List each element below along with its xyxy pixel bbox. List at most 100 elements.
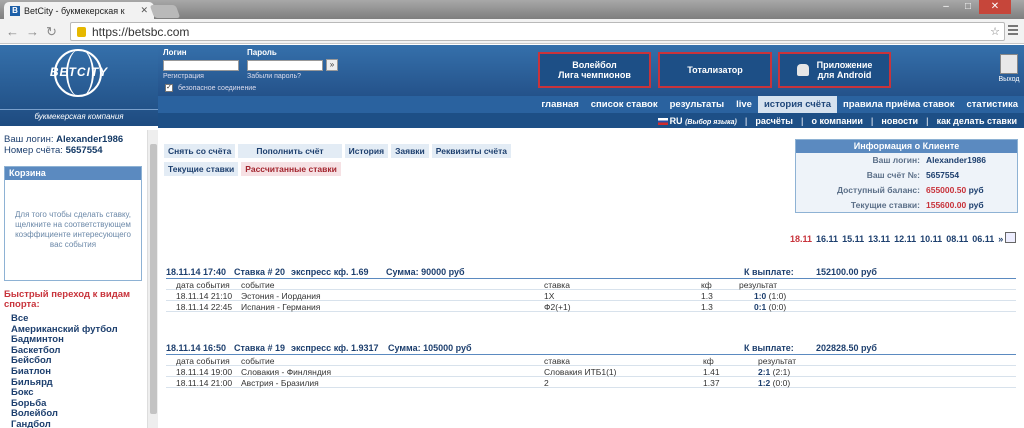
calendar-icon[interactable] [1005,232,1016,243]
bet-event-row: 18.11.14 22:45 Испания - Германия Ф2(+1)… [166,301,1016,312]
login-input[interactable] [163,60,239,71]
tab-current-bets[interactable]: Текущие ставки [164,162,239,176]
sport-link[interactable]: Все [11,313,118,325]
subnav-settlements[interactable]: расчёты [748,116,800,126]
forward-arrow-icon[interactable]: → [26,24,39,39]
withdraw-button[interactable]: Снять со счёта [164,144,236,158]
col-event: событие [241,356,275,366]
col-bet: ставка [544,280,570,290]
nav-live[interactable]: live [730,96,758,113]
password-label: Пароль [247,48,277,57]
event-name: Австрия - Бразилия [241,378,319,388]
info-row: Ваш счёт №: 5657554 [796,168,1017,183]
promo-volleyball[interactable]: Волейбол Лига чемпионов [538,52,651,88]
date-link[interactable]: 06.11 [972,234,994,244]
bet-header: 18.11.14 16:50 Ставка # 19 экспресс кф. … [166,341,1016,355]
score-detail: (0:0) [772,378,791,388]
next-dates-link[interactable]: » [998,234,1003,244]
sport-link[interactable]: Гандбол [11,419,118,428]
bet-header: 18.11.14 17:40 Ставка # 20 экспресс кф. … [166,265,1016,279]
bet-number: Ставка # 19 [234,343,285,353]
browser-tabbar: B BetCity - букмекерская к ✕ – □ ✕ [0,0,1024,19]
login-caption: Ваш логин: [4,134,54,145]
nav-account-history[interactable]: история счёта [757,96,838,113]
nav-rules[interactable]: правила приёма ставок [837,96,960,113]
deposit-button[interactable]: Пополнить счёт [238,144,342,158]
betcity-logo[interactable]: BETCITY букмекерская компания [0,45,158,126]
info-value: Alexander1986 [926,155,987,165]
date-link[interactable]: 15.11 [842,234,864,244]
date-link[interactable]: 18.11 [790,234,812,244]
login-submit-button[interactable]: » [326,59,338,71]
promo-android-app[interactable]: Приложение для Android [778,52,891,88]
event-result: 1:0 (1:0) [754,291,786,301]
reload-icon[interactable]: ↻ [46,24,57,40]
browser-toolbar: ← → ↻ https://betsbc.com ☆ [0,19,1024,44]
sub-nav: RU (Выбор языка) | расчёты | о компании … [158,113,1024,128]
info-key: Текущие ставки: [850,200,920,210]
maximize-icon[interactable]: □ [957,0,979,14]
scrollbar-thumb[interactable] [150,144,157,414]
subnav-how-to-bet[interactable]: как делать ставки [930,116,1024,126]
event-bet: 1X [544,291,555,301]
date-link[interactable]: 10.11 [920,234,942,244]
info-key: Ваш счёт №: [866,170,920,180]
nav-home[interactable]: главная [535,96,584,113]
secure-connection-checkbox[interactable]: ✓ [165,84,173,92]
date-link[interactable]: 08.11 [946,234,968,244]
nav-bet-list[interactable]: список ставок [585,96,664,113]
sport-link[interactable]: Биатлон [11,366,118,378]
address-bar[interactable]: https://betsbc.com ☆ [70,22,1005,41]
score-detail: (1:0) [768,291,787,301]
event-result: 0:1 (0:0) [754,302,786,312]
subnav-about[interactable]: о компании [804,116,869,126]
exit-button[interactable]: Выход [996,54,1022,83]
bet-number: Ставка # 20 [234,267,285,277]
col-date: дата события [176,280,230,290]
android-icon [796,64,809,76]
lock-icon [77,26,86,37]
info-row: Ваш логин: Alexander1986 [796,153,1017,168]
info-key: Доступный баланс: [837,185,920,195]
event-name: Эстония - Иордания [241,291,321,301]
bookmark-star-icon[interactable]: ☆ [990,25,1000,38]
bet-type: экспресс кф. 1.9317 [291,343,379,353]
logo-text: BETCITY [49,65,109,79]
col-bet: ставка [544,356,570,366]
nav-statistics[interactable]: статистика [960,96,1024,113]
tab-settled-bets[interactable]: Рассчитанные ставки [241,162,341,176]
forgot-password-link[interactable]: Забыли пароль? [247,73,301,80]
language-selector[interactable]: RU (Выбор языка) [651,116,744,126]
close-window-icon[interactable]: ✕ [979,0,1011,14]
account-details-button[interactable]: Реквизиты счёта [431,144,511,158]
browser-menu-icon[interactable] [1008,25,1018,35]
close-tab-icon[interactable]: ✕ [140,5,148,16]
bet-tabs: Текущие ставки Рассчитанные ставки [164,162,344,176]
browser-tab[interactable]: B BetCity - букмекерская к ✕ [4,2,154,19]
event-date: 18.11.14 22:45 [176,302,233,312]
nav-results[interactable]: результаты [664,96,730,113]
promo-totalizator[interactable]: Тотализатор [658,52,772,88]
bet-block: 18.11.14 16:50 Ставка # 19 экспресс кф. … [166,341,1016,388]
bet-datetime: 18.11.14 16:50 [166,343,227,353]
event-name: Испания - Германия [241,302,321,312]
sidebar-scrollbar[interactable] [147,130,158,428]
date-link[interactable]: 13.11 [868,234,890,244]
date-link[interactable]: 16.11 [816,234,838,244]
register-link[interactable]: Регистрация [163,73,204,80]
password-input[interactable] [247,60,323,71]
history-button[interactable]: История [344,144,389,158]
bet-type: экспресс кф. 1.69 [291,267,369,277]
currency-unit: руб [968,185,984,195]
ru-flag-icon [657,117,668,125]
promo-line: Лига чемпионов [558,70,631,80]
date-link[interactable]: 12.11 [894,234,916,244]
minimize-icon[interactable]: – [935,0,957,14]
promo-line: Приложение [816,60,873,70]
subnav-news[interactable]: новости [874,116,925,126]
new-tab-button[interactable] [149,5,181,18]
requests-button[interactable]: Заявки [391,144,429,158]
back-arrow-icon[interactable]: ← [6,24,19,39]
event-result: 2:1 (2:1) [758,367,790,377]
current-bets-value: 155600.00 [926,200,967,210]
